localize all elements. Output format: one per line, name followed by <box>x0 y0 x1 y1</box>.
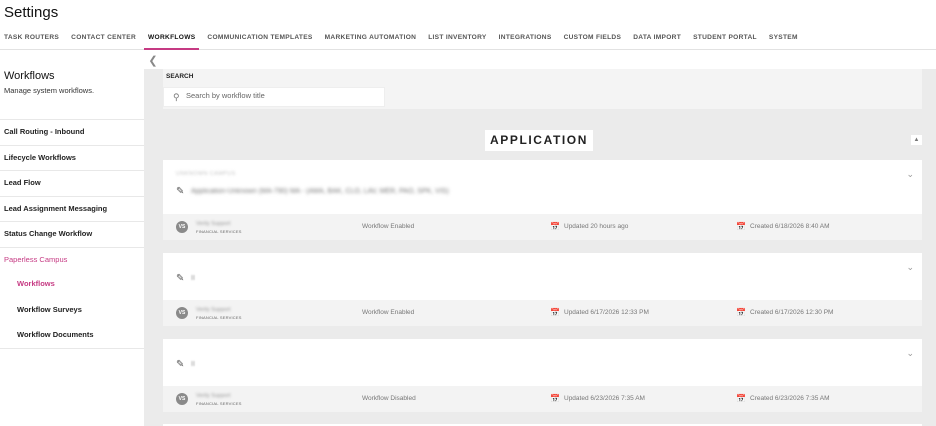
workflow-card: ✎ II ⌄ VS Verity Support FINANCIAL SERVI… <box>163 339 922 412</box>
workflow-campus: UNKNOWN CAMPUS <box>176 171 236 177</box>
sidebar-item-lifecycle-workflows[interactable]: Lifecycle Workflows <box>0 144 144 171</box>
workflow-status: Workflow Disabled <box>362 395 416 402</box>
tab-custom-fields[interactable]: CUSTOM FIELDS <box>560 30 626 50</box>
tab-workflows[interactable]: WORKFLOWS <box>144 30 200 50</box>
sidebar-item-lead-assignment-messaging[interactable]: Lead Assignment Messaging <box>0 195 144 222</box>
workflow-status: Workflow Enabled <box>362 309 415 316</box>
workflow-updated: Updated 20 hours ago <box>564 223 629 230</box>
settings-tabs: TASK ROUTERS CONTACT CENTER WORKFLOWS CO… <box>0 30 936 50</box>
search-input[interactable] <box>186 91 376 100</box>
chevron-down-icon[interactable]: ⌄ <box>906 348 914 359</box>
workflow-card: ✎ II ⌄ VS Verity Support FINANCIAL SERVI… <box>163 253 922 326</box>
avatar: VS <box>176 221 188 233</box>
sidebar: Workflows Manage system workflows. Call … <box>0 51 144 426</box>
workflow-department: FINANCIAL SERVICES <box>196 229 242 234</box>
tab-student-portal[interactable]: STUDENT PORTAL <box>689 30 761 50</box>
tab-data-import[interactable]: DATA IMPORT <box>629 30 685 50</box>
chevron-down-icon[interactable]: ⌄ <box>906 169 914 180</box>
collapse-all-icon[interactable]: ▲ <box>911 135 922 145</box>
chevron-down-icon[interactable]: ⌄ <box>906 262 914 273</box>
workflow-title[interactable]: II <box>191 361 195 368</box>
workflow-department: FINANCIAL SERVICES <box>196 315 242 320</box>
workflow-owner: Verity Support <box>196 221 231 227</box>
pencil-icon[interactable]: ✎ <box>176 273 184 284</box>
workflow-updated: Updated 6/23/2026 7:35 AM <box>564 395 645 402</box>
workflow-department: FINANCIAL SERVICES <box>196 401 242 406</box>
tab-communication-templates[interactable]: COMMUNICATION TEMPLATES <box>203 30 316 50</box>
search-label: SEARCH <box>166 73 194 80</box>
sidebar-subtitle: Manage system workflows. <box>4 86 95 95</box>
search-panel: SEARCH ⚲ <box>163 69 922 109</box>
workflow-meta: VS Verity Support FINANCIAL SERVICES Wor… <box>163 300 922 326</box>
search-box[interactable]: ⚲ <box>163 87 385 107</box>
sidebar-item-status-change-workflow[interactable]: Status Change Workflow <box>0 221 144 247</box>
sidebar-subitem-workflow-documents[interactable]: Workflow Documents <box>0 323 144 349</box>
sidebar-title: Workflows <box>4 70 55 82</box>
workflow-title[interactable]: II <box>191 275 195 282</box>
workflow-created: Created 6/17/2026 12:30 PM <box>750 309 834 316</box>
workflow-card: UNKNOWN CAMPUS ✎ Application-Unknown (MA… <box>163 160 922 240</box>
search-icon: ⚲ <box>173 92 180 102</box>
tab-integrations[interactable]: INTEGRATIONS <box>495 30 556 50</box>
calendar-icon: 📅 <box>736 308 746 317</box>
section-heading: APPLICATION <box>485 130 593 151</box>
sidebar-item-paperless-campus[interactable]: Paperless Campus <box>0 246 144 273</box>
workflow-created: Created 6/18/2026 8:40 AM <box>750 223 830 230</box>
page-title: Settings <box>4 4 59 21</box>
calendar-icon: 📅 <box>736 394 746 403</box>
workflow-owner: Verity Support <box>196 307 231 313</box>
sidebar-nav: Call Routing - Inbound Lifecycle Workflo… <box>0 119 144 349</box>
tab-contact-center[interactable]: CONTACT CENTER <box>67 30 140 50</box>
calendar-icon: 📅 <box>550 222 560 231</box>
pencil-icon[interactable]: ✎ <box>176 186 184 197</box>
workflow-meta: VS Verity Support FINANCIAL SERVICES Wor… <box>163 214 922 240</box>
calendar-icon: 📅 <box>550 308 560 317</box>
tab-system[interactable]: SYSTEM <box>765 30 802 50</box>
tab-task-routers[interactable]: TASK ROUTERS <box>0 30 63 50</box>
workflow-owner: Verity Support <box>196 393 231 399</box>
sidebar-subitem-workflows[interactable]: Workflows <box>0 272 144 298</box>
workflow-title[interactable]: Application-Unknown (MA-790) MA - (AMA, … <box>191 188 449 195</box>
chevron-left-icon[interactable]: ❮ <box>144 51 162 69</box>
main-content: SEARCH ⚲ APPLICATION ▲ UNKNOWN CAMPUS ✎ … <box>144 69 936 426</box>
workflow-created: Created 6/23/2026 7:35 AM <box>750 395 830 402</box>
workflow-meta: VS Verity Support FINANCIAL SERVICES Wor… <box>163 386 922 412</box>
tab-list-inventory[interactable]: LIST INVENTORY <box>424 30 490 50</box>
avatar: VS <box>176 307 188 319</box>
calendar-icon: 📅 <box>550 394 560 403</box>
sidebar-item-lead-flow[interactable]: Lead Flow <box>0 170 144 196</box>
tab-marketing-automation[interactable]: MARKETING AUTOMATION <box>321 30 421 50</box>
workflow-updated: Updated 6/17/2026 12:33 PM <box>564 309 649 316</box>
calendar-icon: 📅 <box>736 222 746 231</box>
sidebar-item-call-routing[interactable]: Call Routing - Inbound <box>0 119 144 145</box>
workflow-status: Workflow Enabled <box>362 223 415 230</box>
sidebar-subitem-workflow-surveys[interactable]: Workflow Surveys <box>0 298 144 324</box>
avatar: VS <box>176 393 188 405</box>
pencil-icon[interactable]: ✎ <box>176 359 184 370</box>
